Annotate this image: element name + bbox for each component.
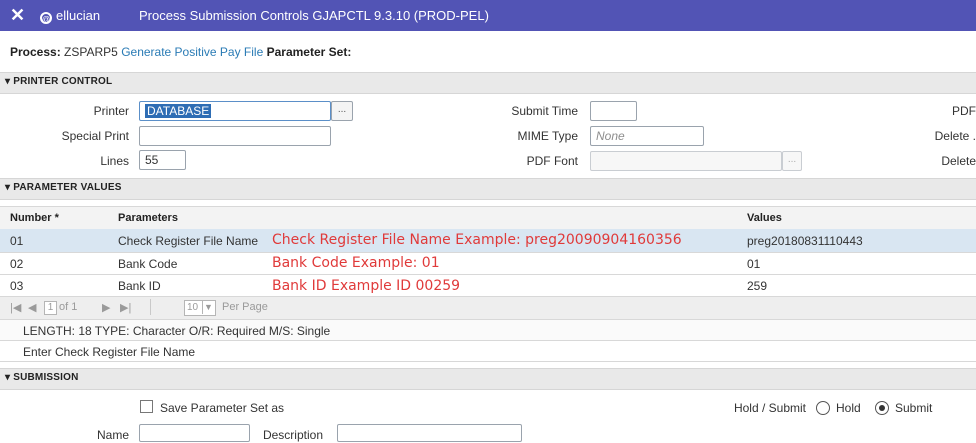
last-page-icon[interactable]: ▶| (120, 301, 131, 314)
submission-heading: ▾ SUBMISSION (5, 372, 79, 383)
row-value[interactable]: preg20180831110443 (747, 234, 863, 248)
hold-label: Hold (836, 401, 861, 415)
row-number: 02 (10, 257, 24, 271)
hold-submit-label: Hold / Submit (733, 401, 806, 415)
row-parameter: Bank Code (118, 257, 178, 271)
special-print-input[interactable] (139, 126, 331, 146)
printer-control-header[interactable]: ▾ PRINTER CONTROL (0, 72, 976, 94)
column-header-parameters[interactable]: Parameters (118, 211, 178, 225)
submit-time-label: Submit Time (511, 104, 578, 118)
page-count: of 1 (59, 301, 78, 313)
name-input[interactable] (139, 424, 250, 442)
lines-input[interactable]: 55 (139, 150, 186, 170)
save-parameter-set-checkbox[interactable] (140, 400, 153, 413)
printer-label: Printer (93, 104, 129, 118)
pdf-font-label: PDF Font (526, 154, 578, 168)
printer-control-heading: ▾ PRINTER CONTROL (5, 76, 113, 87)
ellucian-logo: @ ellucian (40, 8, 100, 24)
mime-type-input[interactable]: None (590, 126, 704, 146)
row-annotation: Bank Code Example: 01 (272, 255, 440, 271)
process-code: ZSPARP5 (64, 45, 118, 59)
row-value[interactable]: 01 (747, 257, 760, 271)
parameter-values-header[interactable]: ▾ PARAMETER VALUES (0, 178, 976, 200)
parameter-values-heading: ▾ PARAMETER VALUES (5, 182, 122, 193)
lines-label: Lines (100, 154, 129, 168)
title-bar: ✕ @ ellucian Process Submission Controls … (0, 0, 976, 31)
first-page-icon[interactable]: |◀ (10, 301, 21, 314)
pdf-font-lookup-button[interactable]: ... (782, 151, 802, 171)
submit-label: Submit (895, 401, 933, 415)
page-title: Process Submission Controls GJAPCTL 9.3.… (139, 8, 489, 23)
field-info-text: LENGTH: 18 TYPE: Character O/R: Required… (23, 324, 331, 338)
row-parameter: Check Register File Name (118, 234, 259, 248)
row-number: 03 (10, 279, 24, 293)
process-name: Generate Positive Pay File (121, 45, 264, 59)
submit-time-input[interactable] (590, 101, 637, 121)
pager-divider (150, 299, 151, 315)
row-annotation: Check Register File Name Example: preg20… (272, 232, 682, 248)
pdf-label: PDF (952, 104, 976, 118)
column-header-values[interactable]: Values (747, 211, 782, 225)
process-label: Process: (10, 45, 61, 59)
column-header-number[interactable]: Number * (10, 211, 59, 225)
name-label: Name (96, 428, 129, 442)
printer-input[interactable]: DATABASE (139, 101, 331, 121)
close-icon[interactable]: ✕ (10, 5, 25, 25)
table-header-row: Number * Parameters Values (0, 206, 976, 230)
logo-text: ellucian (56, 8, 101, 23)
next-page-icon[interactable]: ▶ (102, 301, 110, 314)
per-page-value: 10 (187, 302, 199, 313)
pdf-font-input[interactable] (590, 151, 782, 171)
row-number: 01 (10, 234, 24, 248)
submission-header[interactable]: ▾ SUBMISSION (0, 368, 976, 390)
page-number-input[interactable]: 1 (44, 301, 57, 315)
pagination-bar: |◀ ◀ 1 of 1 ▶ ▶| 10 ▼ Per Page (0, 297, 976, 320)
mime-type-placeholder: None (596, 129, 625, 143)
printer-value: DATABASE (145, 104, 212, 118)
description-label: Description (262, 428, 323, 442)
delete-label-2: Delete (941, 154, 976, 168)
hold-radio[interactable] (816, 401, 830, 415)
description-input[interactable] (337, 424, 522, 442)
per-page-select[interactable]: 10 ▼ (184, 300, 216, 316)
row-annotation: Bank ID Example ID 00259 (272, 278, 461, 294)
printer-lookup-button[interactable]: ... (331, 101, 353, 121)
save-parameter-set-label: Save Parameter Set as (160, 401, 285, 415)
submit-radio[interactable] (875, 401, 889, 415)
table-row[interactable]: 03 Bank ID Bank ID Example ID 00259 259 (0, 275, 976, 297)
logo-icon: @ (40, 12, 52, 24)
chevron-down-icon: ▼ (202, 301, 213, 314)
mime-type-label: MIME Type (517, 129, 578, 143)
field-info-line: LENGTH: 18 TYPE: Character O/R: Required… (0, 320, 976, 341)
row-value[interactable]: 259 (747, 279, 767, 293)
table-row[interactable]: 02 Bank Code Bank Code Example: 01 01 (0, 253, 976, 275)
per-page-label: Per Page (222, 301, 268, 313)
delete-label-1: Delete . (934, 129, 976, 143)
table-row[interactable]: 01 Check Register File Name Check Regist… (0, 229, 976, 253)
previous-page-icon[interactable]: ◀ (28, 301, 36, 314)
field-help-text: Enter Check Register File Name (23, 345, 196, 359)
row-parameter: Bank ID (118, 279, 161, 293)
field-help-line: Enter Check Register File Name (0, 341, 976, 362)
process-line: Process: ZSPARP5 Generate Positive Pay F… (10, 45, 351, 59)
special-print-label: Special Print (61, 129, 129, 143)
parameter-set-label: Parameter Set: (266, 45, 352, 59)
